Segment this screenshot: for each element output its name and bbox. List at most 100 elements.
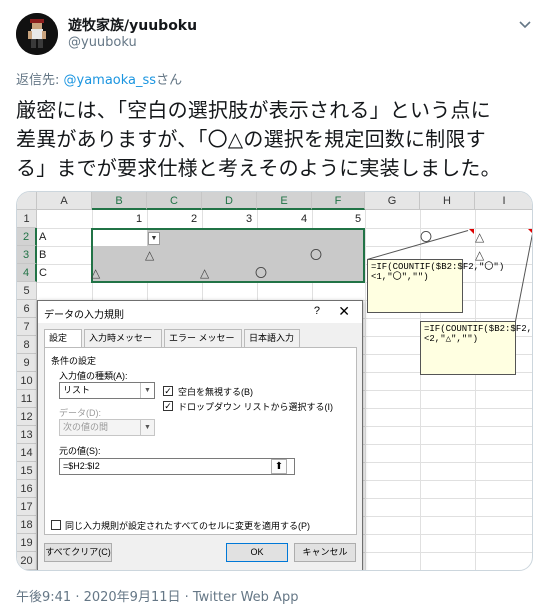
column-header: H (420, 192, 475, 210)
cell-value[interactable]: △ (200, 264, 209, 282)
close-button[interactable]: ✕ (338, 303, 350, 320)
tweet-line: 厳密には、「空白の選択肢が表示される」という点に (16, 98, 491, 122)
range-selector-icon[interactable]: ⬆ (271, 459, 287, 474)
comment-connector (515, 234, 532, 322)
cell-value[interactable]: △ (145, 246, 154, 264)
tab-ime-mode[interactable]: 日本語入力 (244, 329, 300, 347)
column-header: C (147, 192, 202, 210)
column-header: D (202, 192, 257, 210)
row-header: 5 (17, 282, 37, 300)
row-header: 4 (17, 264, 37, 282)
data-label: データ(D): (59, 408, 101, 418)
comment-connector (367, 230, 469, 260)
comment-indicator[interactable] (469, 229, 474, 234)
data-select-value: 次の値の間 (63, 422, 109, 432)
row-header: 9 (17, 354, 37, 372)
cell-value[interactable]: 2 (191, 210, 197, 228)
chevron-down-icon[interactable] (517, 16, 533, 32)
dropdown-arrow-icon[interactable]: ▼ (148, 232, 160, 245)
apply-all-label: 同じ入力規則が設定されたすべてのセルに変更を適用する(P) (65, 521, 311, 531)
row-header: 3 (17, 246, 37, 264)
row-header: 16 (17, 480, 37, 498)
row-header: 10 (17, 372, 37, 390)
tab-input-message[interactable]: 入力時メッセージ (84, 329, 162, 359)
data-select: 次の値の間 ▼ (59, 419, 155, 436)
cell-value[interactable]: C (39, 264, 47, 282)
tweet-text: 厳密には、「空白の選択肢が表示される」という点に 差異がありますが、「〇△の選択… (16, 96, 531, 183)
cell-value[interactable]: 〇 (310, 246, 322, 264)
row-header: 7 (17, 318, 37, 336)
reply-suffix: さん (156, 73, 183, 88)
tweet-media-image[interactable]: A B C D E F G H I 1 2 3 4 5 6 7 8 9 10 1… (16, 191, 533, 571)
row-header: 6 (17, 300, 37, 318)
chevron-down-icon[interactable]: ▼ (140, 383, 154, 398)
reply-prefix: 返信先: (16, 73, 64, 88)
comment-text: =IF(COUNTIF($B2:$F2,"〇")<1,"〇","") (371, 262, 505, 282)
reply-context: 返信先: @yamaoka_ssさん (16, 69, 182, 88)
cell-value[interactable]: 5 (355, 210, 361, 228)
tab-error-alert[interactable]: エラー メッセージ (164, 329, 242, 359)
allow-select-value: リスト (63, 385, 91, 395)
clear-all-button[interactable]: すべてクリア(C) (44, 543, 112, 562)
row-header: 13 (17, 426, 37, 444)
row-header: 8 (17, 336, 37, 354)
cell-value[interactable]: A (39, 228, 46, 246)
row-header: 12 (17, 408, 37, 426)
help-button[interactable]: ? (314, 305, 320, 317)
avatar[interactable] (16, 13, 58, 55)
row-header: 2 (17, 228, 37, 246)
comment-text: =IF(COUNTIF($B2:$F2,"△")<2,"△","") (424, 324, 533, 344)
ignore-blank-checkbox[interactable]: ✓ (163, 386, 173, 396)
row-header: 11 (17, 390, 37, 408)
tweet-timestamp[interactable]: 午後9:41 · 2020年9月11日 · Twitter Web App (16, 586, 298, 605)
apply-all-checkbox[interactable] (51, 520, 61, 530)
cancel-button[interactable]: キャンセル (294, 543, 356, 562)
ignore-blank-label: 空白を無視する(B) (178, 387, 253, 397)
reply-mention-link[interactable]: @yamaoka_ss (64, 73, 157, 88)
user-handle[interactable]: @yuuboku (68, 35, 137, 50)
comment-indicator[interactable] (528, 229, 532, 234)
cell-value[interactable]: △ (91, 264, 100, 282)
source-input-value: =$H2:$I2 (63, 461, 100, 471)
cell-comment[interactable]: =IF(COUNTIF($B2:$F2,"△")<2,"△","") (420, 321, 532, 375)
ok-button[interactable]: OK (226, 543, 288, 562)
display-name[interactable]: 遊牧家族/yuuboku (68, 15, 197, 35)
column-header: B (92, 192, 147, 210)
in-cell-dropdown-label: ドロップダウン リストから選択する(I) (178, 402, 333, 412)
row-header: 14 (17, 444, 37, 462)
source-input[interactable]: =$H2:$I2 (59, 458, 295, 475)
select-all-corner (17, 192, 37, 210)
tweet-line: る」までが要求仕様と考えそのように実装しました。 (16, 156, 501, 180)
source-label: 元の値(S): (59, 446, 101, 456)
column-header: I (475, 192, 532, 210)
dialog-title: データの入力規則 (44, 310, 124, 321)
cell-value[interactable]: 3 (246, 210, 252, 228)
column-header: A (37, 192, 92, 210)
cell-value[interactable]: △ (475, 228, 484, 246)
row-header: 20 (17, 552, 37, 570)
cell-value[interactable]: 4 (301, 210, 307, 228)
data-validation-dialog: データの入力規則 ? ✕ 設定 入力時メッセージ エラー メッセージ 日本語入力… (37, 300, 363, 570)
cell-value[interactable]: 1 (136, 210, 142, 228)
column-header: E (257, 192, 312, 210)
settings-panel: 条件の設定 入力値の種類(A): リスト ▼ ✓ 空白を無視する(B) ✓ ドロ… (44, 347, 357, 535)
row-header: 19 (17, 534, 37, 552)
row-header: 18 (17, 516, 37, 534)
cell-value[interactable]: B (39, 246, 46, 264)
dialog-titlebar[interactable]: データの入力規則 ? ✕ (38, 301, 362, 323)
row-header: 17 (17, 498, 37, 516)
tweet-line: 差異がありますが、「〇△の選択を規定回数に制限す (16, 127, 486, 151)
row-header: 15 (17, 462, 37, 480)
column-header: F (312, 192, 365, 210)
row-header: 1 (17, 210, 37, 228)
tab-settings[interactable]: 設定 (44, 329, 82, 348)
allow-label: 入力値の種類(A): (59, 371, 128, 381)
allow-select[interactable]: リスト ▼ (59, 382, 155, 399)
in-cell-dropdown-checkbox[interactable]: ✓ (163, 401, 173, 411)
chevron-down-icon: ▼ (140, 420, 154, 435)
cell-value[interactable]: 〇 (255, 264, 267, 282)
spreadsheet: A B C D E F G H I 1 2 3 4 5 6 7 8 9 10 1… (17, 192, 532, 570)
cell-comment[interactable]: =IF(COUNTIF($B2:$F2,"〇")<1,"〇","") (367, 259, 504, 313)
column-header: G (365, 192, 420, 210)
active-cell[interactable] (93, 230, 147, 246)
